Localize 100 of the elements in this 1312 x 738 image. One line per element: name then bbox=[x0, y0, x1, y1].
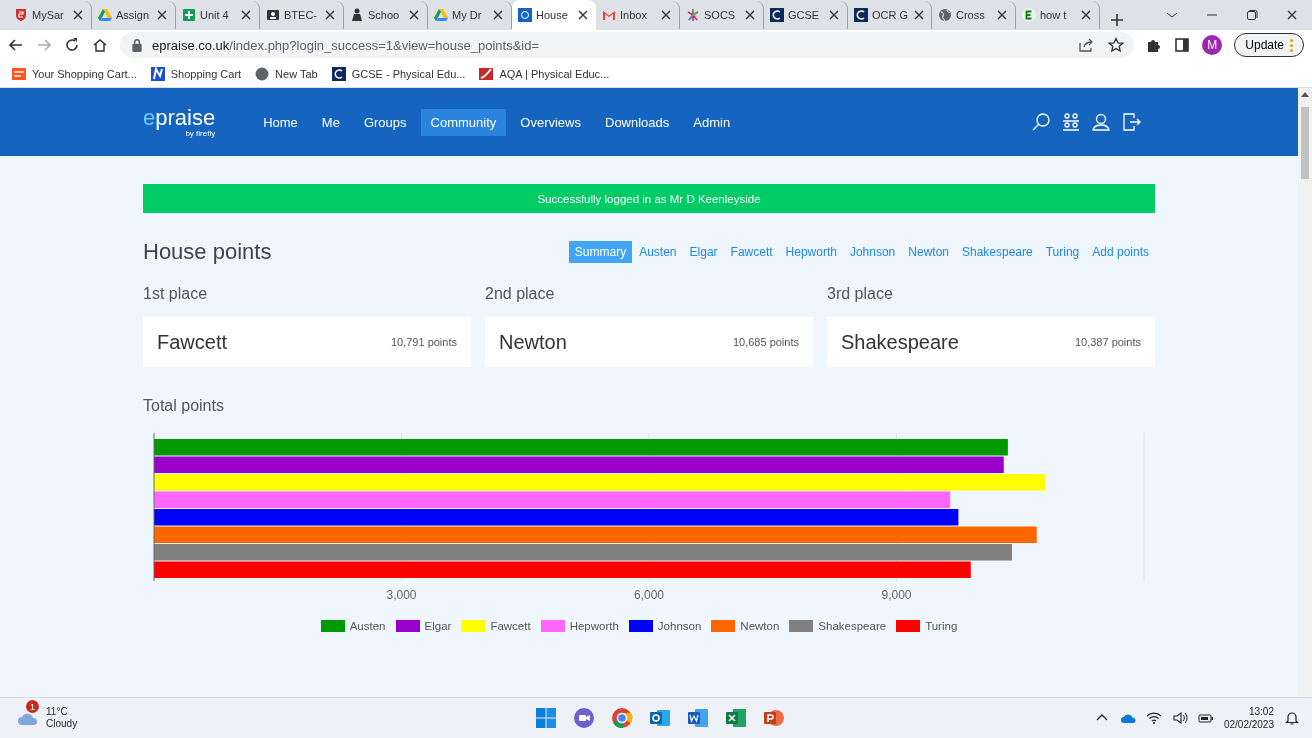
word-icon[interactable] bbox=[686, 706, 710, 730]
points-text: 10,685 points bbox=[732, 336, 799, 348]
excel-icon[interactable] bbox=[724, 706, 748, 730]
close-icon[interactable] bbox=[239, 8, 253, 22]
bell-icon[interactable] bbox=[1284, 710, 1300, 726]
legend-label[interactable]: Johnson bbox=[657, 620, 702, 632]
browser-tab[interactable]: Schoo bbox=[344, 1, 428, 29]
close-icon[interactable] bbox=[155, 8, 169, 22]
circle-icon bbox=[255, 66, 270, 81]
browser-tab[interactable]: MySar bbox=[8, 1, 92, 29]
plus-icon[interactable] bbox=[1110, 13, 1124, 27]
close-icon[interactable] bbox=[323, 8, 337, 22]
bookmark-link[interactable]: AQA | Physical Educ... bbox=[499, 67, 610, 80]
site-logo[interactable]: epraise bbox=[143, 106, 216, 129]
place-label: 1st place bbox=[143, 285, 209, 303]
close-icon[interactable] bbox=[1079, 8, 1093, 22]
browser-tab[interactable]: BTEC- bbox=[260, 1, 344, 29]
share-icon[interactable] bbox=[1078, 37, 1095, 53]
browser-tab[interactable]: House bbox=[512, 0, 596, 30]
browser-tab[interactable]: Inbox bbox=[596, 1, 680, 29]
legend-label[interactable]: Hepworth bbox=[569, 620, 619, 632]
sidebar-icon[interactable] bbox=[1174, 37, 1191, 53]
bookmark-link[interactable]: GCSE - Physical Edu... bbox=[351, 67, 466, 80]
house-name: Fawcett bbox=[157, 330, 228, 354]
nav-link[interactable]: Groups bbox=[353, 108, 417, 136]
browser-tab[interactable]: SOCS bbox=[680, 1, 764, 29]
house-name: Newton bbox=[499, 330, 567, 354]
logout-icon[interactable] bbox=[1121, 112, 1141, 132]
nav-link[interactable]: Community bbox=[420, 108, 507, 136]
legend-label[interactable]: Turing bbox=[925, 620, 958, 632]
close-icon[interactable] bbox=[407, 8, 421, 22]
user-icon[interactable] bbox=[1091, 112, 1111, 132]
tick-label: 9,000 bbox=[881, 588, 912, 602]
close-icon[interactable] bbox=[659, 8, 673, 22]
scrollbar[interactable] bbox=[1298, 88, 1312, 697]
points-text: 10,791 points bbox=[390, 336, 457, 348]
legend-label[interactable]: Austen bbox=[349, 620, 386, 632]
page-title: House points bbox=[143, 239, 272, 265]
close-icon[interactable] bbox=[576, 8, 590, 22]
section-link[interactable]: Add points bbox=[1086, 241, 1155, 263]
legend-label[interactable]: Elgar bbox=[424, 620, 452, 632]
close-icon[interactable] bbox=[491, 8, 505, 22]
chart-title: Total points bbox=[143, 397, 225, 415]
mail-icon bbox=[602, 8, 616, 22]
shop-icon bbox=[12, 66, 26, 81]
nav-link[interactable]: Overviews bbox=[510, 108, 591, 136]
browser-tab[interactable]: GCSE bbox=[764, 1, 848, 29]
star-icon[interactable] bbox=[1108, 37, 1125, 53]
chat-icon[interactable] bbox=[572, 706, 596, 730]
place-label: 2nd place bbox=[485, 285, 556, 303]
scroll-thumb[interactable] bbox=[1301, 107, 1309, 179]
profile-avatar[interactable]: M bbox=[1202, 35, 1223, 55]
legend-label[interactable]: Newton bbox=[740, 620, 780, 632]
close-icon[interactable] bbox=[1285, 8, 1299, 22]
triangle-icon bbox=[98, 8, 112, 22]
people-icon[interactable] bbox=[1061, 112, 1081, 132]
house-name: Shakespeare bbox=[841, 330, 959, 354]
close-icon[interactable] bbox=[995, 8, 1009, 22]
clock-time[interactable]: 13:02 bbox=[1248, 705, 1274, 718]
browser-tab[interactable]: Assign bbox=[92, 1, 176, 29]
browser-tab[interactable]: OCR G bbox=[848, 1, 932, 29]
tick-label: 6,000 bbox=[634, 588, 664, 602]
person-icon bbox=[350, 8, 364, 22]
back-icon[interactable] bbox=[8, 37, 24, 53]
browser-tab[interactable]: how t bbox=[1016, 1, 1100, 29]
tick-label: 3,000 bbox=[386, 588, 417, 602]
nav-link[interactable]: Me bbox=[311, 108, 350, 136]
browser-tab[interactable]: Cross bbox=[932, 1, 1016, 29]
nav-link[interactable]: Home bbox=[253, 108, 308, 136]
legend-label[interactable]: Shakespeare bbox=[818, 620, 887, 632]
bookmark-link[interactable]: New Tab bbox=[275, 67, 318, 80]
puzzle-icon[interactable] bbox=[1146, 37, 1163, 53]
nav-link[interactable]: Admin bbox=[683, 108, 741, 136]
update-button[interactable]: Update bbox=[1234, 33, 1304, 57]
search-icon[interactable] bbox=[1031, 112, 1051, 132]
close-icon[interactable] bbox=[743, 8, 757, 22]
speaker-icon[interactable] bbox=[1171, 710, 1188, 726]
browser-tab[interactable]: Unit 4 bbox=[176, 1, 260, 29]
success-alert: Successfully logged in as Mr D Keenleyside bbox=[143, 184, 1155, 213]
close-icon[interactable] bbox=[71, 8, 85, 22]
plus-icon bbox=[182, 8, 196, 22]
wifi-icon[interactable] bbox=[1145, 710, 1162, 726]
temperature-text: 11°C bbox=[46, 706, 69, 718]
bookmark-link[interactable]: Shopping Cart bbox=[170, 67, 242, 80]
nav-link[interactable]: Downloads bbox=[595, 108, 680, 136]
c-icon bbox=[770, 8, 784, 22]
c-icon bbox=[854, 8, 868, 22]
bookmark-link[interactable]: Your Shopping Cart... bbox=[32, 67, 137, 80]
aqa-icon bbox=[479, 66, 494, 81]
scroll-up-icon[interactable] bbox=[1301, 91, 1309, 97]
triangle-icon bbox=[434, 8, 448, 22]
windows-icon[interactable] bbox=[534, 706, 558, 730]
chrome-icon[interactable] bbox=[610, 706, 634, 730]
restore-icon[interactable] bbox=[1245, 8, 1259, 22]
clock-date[interactable]: 02/02/2023 bbox=[1223, 718, 1274, 731]
close-icon[interactable] bbox=[827, 8, 841, 22]
legend-label[interactable]: Fawcett bbox=[490, 620, 531, 632]
home-icon[interactable] bbox=[92, 37, 108, 53]
reload-icon[interactable] bbox=[64, 37, 80, 53]
address-bar[interactable]: epraise.co.uk/index.php?login_success=1&view=house_points&id= bbox=[120, 32, 1135, 58]
